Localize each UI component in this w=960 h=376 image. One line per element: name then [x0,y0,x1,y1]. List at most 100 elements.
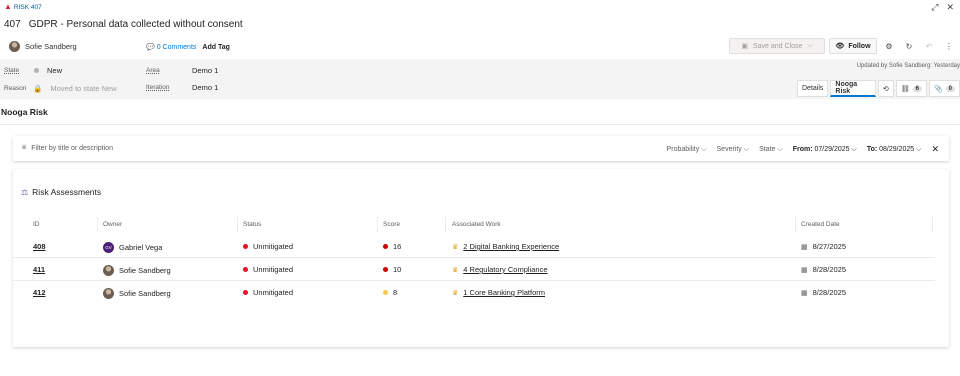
row-created: ▦ 8/28/2025 [801,265,846,274]
comments-link[interactable]: 0 Comments [157,44,197,51]
row-associated-work[interactable]: ♛ 4 Regulatory Compliance [452,265,548,274]
col-score[interactable]: Score [383,221,400,233]
refresh-icon[interactable]: ↻ [901,38,917,54]
row-score-text: 8 [393,288,398,297]
iteration-value[interactable]: Demo 1 [192,83,218,92]
row-work-link[interactable]: 1 Core Banking Platform [463,288,545,297]
status-dot-icon [243,244,248,249]
table-row[interactable]: 412 Sofie Sandberg Unmitigated 8 ♛ 1 Cor… [13,282,935,304]
state-filter[interactable]: State ⌵ [759,146,783,154]
severity-label: Severity [716,145,742,153]
col-id[interactable]: ID [33,221,40,233]
tab-details[interactable]: Details [797,80,829,97]
column-divider [445,217,446,232]
epic-crown-icon: ♛ [452,243,459,251]
row-status-text: Unmitigated [253,288,294,297]
column-divider [97,217,98,232]
assigned-to[interactable]: Sofie Sandberg [9,41,77,52]
col-status[interactable]: Status [243,221,261,233]
row-associated-work[interactable]: ♛ 1 Core Banking Platform [452,288,545,297]
avatar [103,288,114,299]
area-label: Area [146,67,160,74]
tab-nooga-risk[interactable]: Nooga Risk [830,80,876,97]
state-label: State [4,67,20,74]
filter-input[interactable]: ⩸ Filter by title or description [22,144,113,152]
status-dot-icon [243,267,248,272]
reason-field: 🔒 Moved to state New [33,84,117,93]
risk-flag-icon: ▲ [4,2,12,11]
epic-crown-icon: ♛ [452,266,459,274]
severity-filter[interactable]: Severity ⌵ [717,146,750,154]
avatar [9,41,20,52]
row-score: 16 [383,242,401,251]
more-options-icon[interactable]: ⋮ [941,38,957,54]
gavel-icon: ⚖ [21,187,29,197]
tab-history[interactable]: ⟲ [877,80,894,97]
save-label: Save and Close [752,42,803,50]
col-owner[interactable]: Owner [103,221,122,233]
score-dot-icon [383,244,388,249]
history-icon: ⟲ [882,85,889,93]
close-icon[interactable]: ✕ [946,2,954,13]
calendar-icon: ▦ [801,289,808,297]
row-id-link[interactable]: 408 [33,242,46,251]
row-owner: GV Gabriel Vega [103,242,162,253]
state-dot-icon [34,68,39,73]
comment-icon[interactable]: 💬 [146,43,155,51]
state-field[interactable]: New [34,66,62,75]
work-item-type: ▲ RISK 407 [4,3,42,11]
assessments-title-text: Risk Assessments [32,187,102,197]
row-id-link[interactable]: 412 [33,288,46,297]
links-count: 6 [912,85,922,92]
probability-filter[interactable]: Probability ⌵ [667,146,707,154]
column-divider [795,217,796,232]
updated-by-text[interactable]: Updated by Sofie Sandberg: Yesterday [857,63,960,69]
row-associated-work[interactable]: ♛ 2 Digital Banking Experience [452,242,559,251]
row-id-link[interactable]: 411 [33,265,45,274]
work-item-type-label: RISK 407 [13,3,42,11]
filter-icon: ⩸ [22,144,27,151]
row-owner-name: Gabriel Vega [119,243,163,252]
save-icon: ▣ [741,43,748,50]
row-created: ▦ 8/27/2025 [801,242,846,251]
undo-icon[interactable]: ↶ [921,38,937,54]
status-dot-icon [243,290,248,295]
expand-icon[interactable]: ⤢ [931,2,938,13]
col-created-date[interactable]: Created Date [801,221,840,233]
row-score-text: 16 [393,242,402,251]
row-created-date: 8/27/2025 [812,242,846,251]
row-status: Unmitigated [243,242,293,251]
row-score: 8 [383,288,397,297]
tab-links[interactable]: ⛓ 6 [895,80,927,97]
row-status: Unmitigated [243,265,293,274]
save-and-close-button[interactable]: ▣ Save and Close ⌵ [729,38,825,54]
tab-attachments[interactable]: 📎 0 [928,80,960,97]
add-tag-button[interactable]: Add Tag [202,44,229,51]
link-icon: ⛓ [900,85,910,93]
row-owner-name: Sofie Sandberg [119,289,171,298]
from-date-filter[interactable]: From: 07/29/2025 ⌵ [793,146,857,154]
score-dot-icon [383,267,388,272]
chevron-down-icon[interactable]: ⌵ [807,42,812,50]
clear-filter-icon[interactable]: ✕ [931,144,939,155]
table-row[interactable]: 408 GV Gabriel Vega Unmitigated 16 ♛ 2 D… [13,236,935,258]
reason-value: Moved to state New [50,84,117,93]
table-row[interactable]: 411 Sofie Sandberg Unmitigated 10 ♛ 4 Re… [13,259,935,281]
settings-gear-icon[interactable]: ⚙ [881,38,897,54]
avatar: GV [103,242,114,253]
avatar [103,265,114,276]
risk-assessments-card: ⚖ Risk Assessments ID Owner Status Score… [13,169,949,347]
to-date-filter[interactable]: To: 08/29/2025 ⌵ [867,146,922,154]
row-work-link[interactable]: 4 Regulatory Compliance [463,265,547,274]
follow-button[interactable]: 👁 Follow [829,38,877,54]
column-divider [237,217,238,232]
row-owner: Sofie Sandberg [103,288,171,299]
col-associated-work[interactable]: Associated Work [452,221,501,233]
area-value[interactable]: Demo 1 [192,66,218,75]
row-score-text: 10 [393,265,402,274]
work-item-title-row: 407 GDPR - Personal data collected witho… [4,19,243,30]
work-item-title[interactable]: GDPR - Personal data collected without c… [29,19,243,30]
row-work-link[interactable]: 2 Digital Banking Experience [463,242,559,251]
attachment-icon: 📎 [933,85,943,93]
tab-details-label: Details [802,85,824,92]
